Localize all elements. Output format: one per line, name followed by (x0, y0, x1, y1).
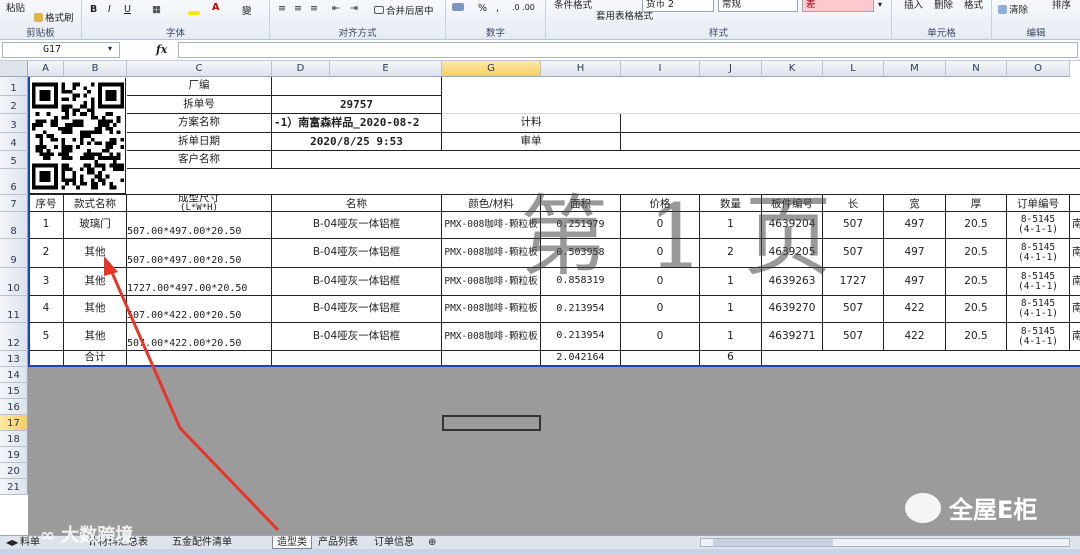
annotation-arrows (104, 256, 280, 532)
red-arrow (108, 267, 280, 532)
arrow-head-icon (104, 256, 118, 276)
